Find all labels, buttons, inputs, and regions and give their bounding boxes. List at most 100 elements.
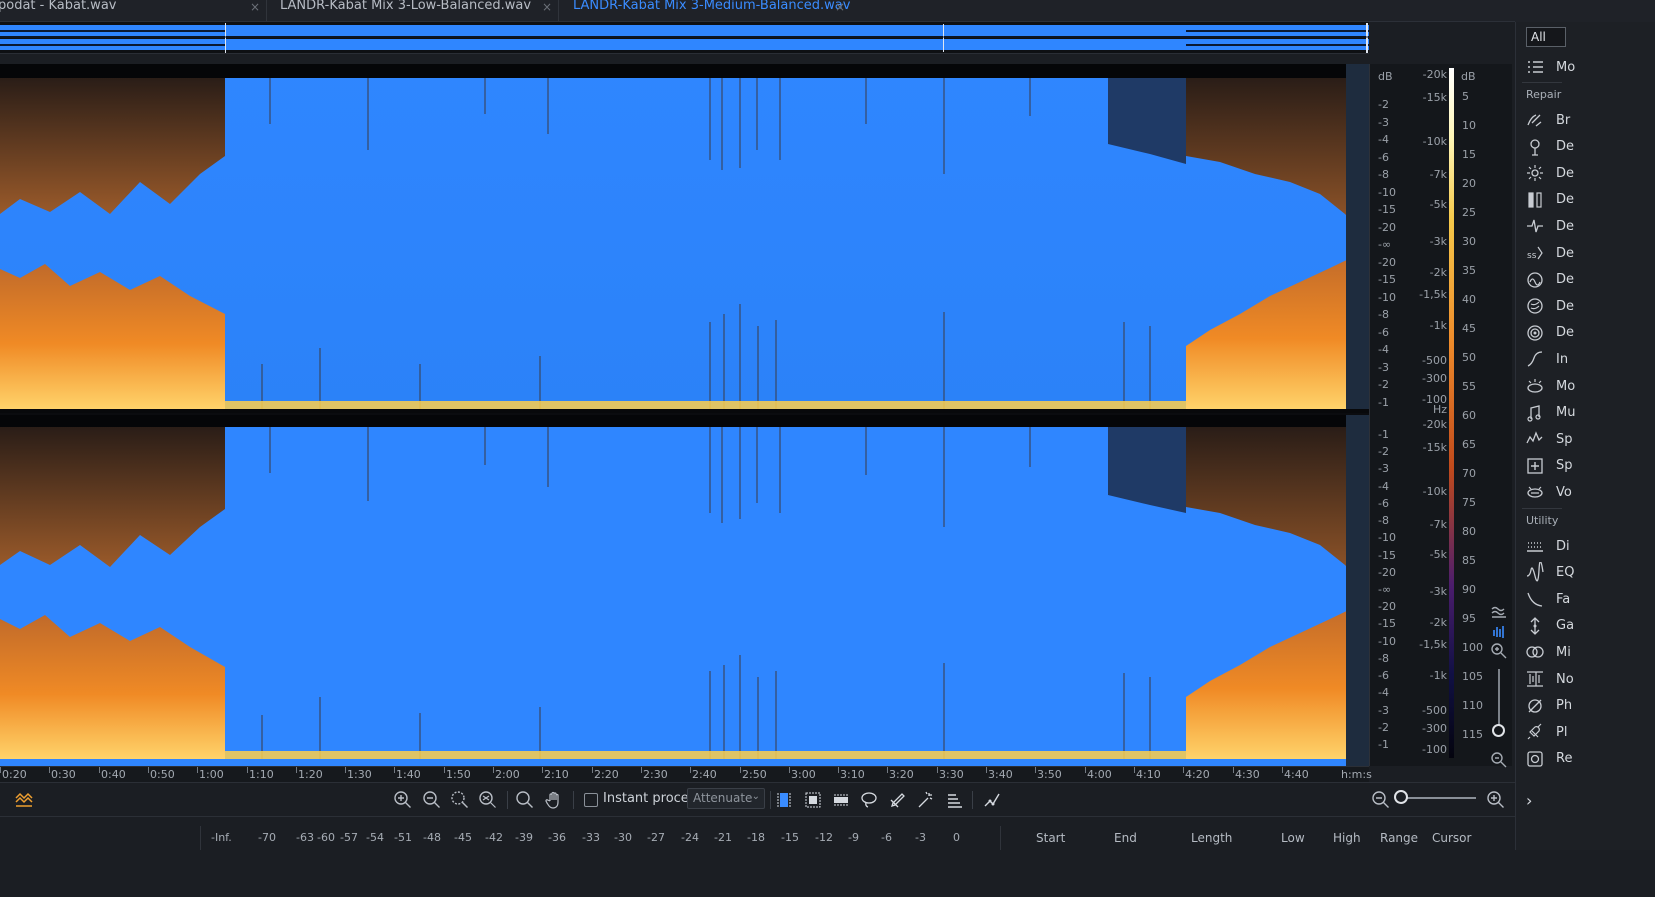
- zoom-fit-icon[interactable]: [476, 788, 500, 812]
- vertical-zoom-knob[interactable]: [1492, 724, 1505, 737]
- color-scale-label: 65: [1462, 438, 1476, 451]
- module-item-label: EQ: [1556, 565, 1575, 581]
- time-label: 3:40: [988, 768, 1013, 781]
- waveform-overview[interactable]: [0, 22, 1369, 54]
- freq-select-icon[interactable]: [829, 788, 853, 812]
- module-item-resample[interactable]: Re: [1524, 747, 1572, 771]
- time-label: 0:40: [101, 768, 126, 781]
- color-scale-label: 105: [1462, 670, 1483, 683]
- module-item-dither[interactable]: Di: [1524, 534, 1570, 558]
- module-item-de-clip[interactable]: De: [1524, 188, 1574, 212]
- module-item-eq[interactable]: EQ: [1524, 561, 1574, 585]
- time-select-icon[interactable]: [772, 788, 796, 812]
- channel-left[interactable]: [0, 64, 1369, 413]
- hand-icon[interactable]: [542, 788, 566, 812]
- magnify-icon[interactable]: [513, 788, 537, 812]
- module-item-mixing[interactable]: Mi: [1524, 640, 1571, 664]
- envelope-icon[interactable]: [980, 788, 1004, 812]
- module-item-plugin[interactable]: Pl: [1524, 720, 1567, 744]
- color-scale-label: 40: [1462, 293, 1476, 306]
- time-tick-mark: [493, 767, 494, 773]
- module-item-normalize[interactable]: No: [1524, 667, 1574, 691]
- color-scale-label: 95: [1462, 612, 1476, 625]
- zoom-out-icon[interactable]: [420, 788, 444, 812]
- selection-info-header: Range: [1380, 831, 1419, 845]
- instant-process-checkbox[interactable]: [584, 793, 598, 807]
- spectral-mode-icon[interactable]: [12, 788, 36, 812]
- instant-process-mode-select[interactable]: Attenuate ⌄: [687, 788, 765, 809]
- ruler-db-label: -2: [1378, 721, 1389, 734]
- time-label: 3:00: [791, 768, 816, 781]
- spectral-editor[interactable]: [0, 64, 1369, 766]
- time-tick-mark: [1085, 767, 1086, 773]
- magic-wand-icon[interactable]: [914, 788, 938, 812]
- module-item-voice-denoise[interactable]: Vo: [1524, 480, 1572, 504]
- time-label: 2:40: [692, 768, 717, 781]
- module-item-de-plosive[interactable]: De: [1524, 294, 1574, 318]
- ruler-hz-label: -1k: [1429, 669, 1447, 682]
- module-item-music-rebalance[interactable]: Mu: [1524, 401, 1575, 425]
- module-filter-select[interactable]: All: [1526, 27, 1566, 47]
- color-scale-label: 115: [1462, 728, 1483, 741]
- tab-file-2[interactable]: LANDR-Kabat Mix 3-Low-Balanced.wav ×: [280, 0, 552, 16]
- color-scale-label: 110: [1462, 699, 1483, 712]
- module-item-de-click[interactable]: De: [1524, 161, 1574, 185]
- module-item-de-reverb[interactable]: De: [1524, 321, 1574, 345]
- ruler-hz-label: -500: [1422, 354, 1447, 367]
- rect-select-icon[interactable]: [801, 788, 825, 812]
- frequency-ruler[interactable]: -20k -15k -10k -7k -5k -3k -2k -1,5k -1k -500 -300…: [1413, 64, 1449, 766]
- time-label: 0:20: [2, 768, 27, 781]
- module-item-de-hum[interactable]: De: [1524, 268, 1574, 292]
- module-item-spectral-repair[interactable]: Sp: [1524, 454, 1573, 478]
- lasso-icon[interactable]: [857, 788, 881, 812]
- vertical-zoom-out-icon[interactable]: [1487, 748, 1511, 772]
- brush-icon[interactable]: [886, 788, 910, 812]
- horizontal-zoom-out-icon[interactable]: [1369, 788, 1393, 812]
- time-tick-mark: [789, 767, 790, 773]
- ruler-db-label: -1: [1378, 738, 1389, 751]
- module-item-label: Di: [1556, 538, 1570, 554]
- module-item-interpolate[interactable]: In: [1524, 347, 1568, 371]
- horizontal-zoom-knob[interactable]: [1394, 790, 1408, 804]
- time-tick-mark: [838, 767, 839, 773]
- fade-icon: [1527, 592, 1543, 607]
- ruler-db-label: -10: [1378, 531, 1396, 544]
- module-item-gain[interactable]: Ga: [1524, 614, 1574, 638]
- module-item-phase[interactable]: Ph: [1524, 694, 1572, 718]
- time-ruler[interactable]: 0:20 0:30 0:40 0:50 1:00 1:10 1:20 1:30 1:40 1:50…: [0, 766, 1372, 782]
- vertical-zoom-in-icon[interactable]: [1487, 639, 1511, 663]
- panel-expand-chevron-icon[interactable]: ›: [1526, 791, 1532, 810]
- ruler-db-label: -3: [1378, 462, 1389, 475]
- selection-info-header: Length: [1191, 831, 1233, 845]
- module-item-de-ess[interactable]: ss De: [1524, 241, 1574, 265]
- module-item-de-crackle[interactable]: De: [1524, 214, 1574, 238]
- module-list-view-button[interactable]: Mo: [1524, 55, 1575, 79]
- ruler-db-label: -20: [1378, 600, 1396, 613]
- level-meter-label: -39: [515, 831, 533, 844]
- level-meter-label: -42: [485, 831, 503, 844]
- horizontal-zoom-slider[interactable]: [1400, 797, 1476, 799]
- ruler-hz-label: -5k: [1429, 548, 1447, 561]
- tab-close-icon[interactable]: ×: [542, 0, 552, 14]
- zoom-in-icon[interactable]: [391, 788, 415, 812]
- tab-file-1[interactable]: podat - Kabat.wav ×: [0, 0, 260, 16]
- harmonic-select-icon[interactable]: [942, 788, 966, 812]
- vertical-zoom-track[interactable]: [1498, 669, 1500, 729]
- amplitude-ruler[interactable]: dB -2 -3 -4 -6 -8 -10 -15 -20 -∞ -20 -15 -10 -8 -6 -4 -…: [1369, 64, 1413, 766]
- module-item-label: De: [1556, 165, 1575, 181]
- module-item-mouth-declick[interactable]: Mo: [1524, 374, 1575, 398]
- selection-info-header: Cursor: [1432, 831, 1472, 845]
- module-item-spectral-denoise[interactable]: Sp: [1524, 427, 1573, 451]
- module-item-breath-control[interactable]: Br: [1524, 108, 1570, 132]
- horizontal-zoom-in-icon[interactable]: [1484, 788, 1508, 812]
- panel-divider: [1522, 82, 1562, 83]
- channel-right[interactable]: [0, 415, 1369, 766]
- time-tick-mark: [99, 767, 100, 773]
- module-item-fade[interactable]: Fa: [1524, 587, 1570, 611]
- tab-close-icon[interactable]: ×: [835, 0, 845, 14]
- tab-close-icon[interactable]: ×: [250, 0, 260, 14]
- time-tick-mark: [1233, 767, 1234, 773]
- tab-file-3[interactable]: LANDR-Kabat Mix 3-Medium-Balanced.wav ×: [573, 0, 850, 16]
- zoom-selection-icon[interactable]: [448, 788, 472, 812]
- module-item-de-bleed[interactable]: De: [1524, 135, 1574, 159]
